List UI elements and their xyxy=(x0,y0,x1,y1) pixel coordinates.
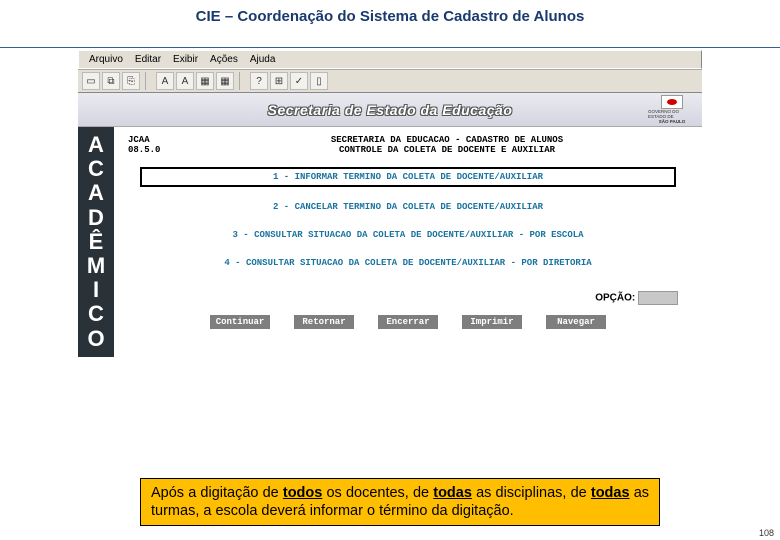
a2-icon[interactable]: A xyxy=(176,72,194,90)
terminal-title1: SECRETARIA DA EDUCACAO - CADASTRO DE ALU… xyxy=(206,135,688,145)
help-icon[interactable]: ? xyxy=(250,72,268,90)
menubar: Arquivo Editar Exibir Ações Ajuda xyxy=(78,50,702,69)
note-u1: todos xyxy=(283,485,322,501)
note-t2: os docentes, de xyxy=(322,485,433,501)
logo-line2: SÃO PAULO xyxy=(659,120,685,125)
new-icon[interactable]: ▭ xyxy=(82,72,100,90)
imprimir-button[interactable]: Imprimir xyxy=(462,315,522,329)
menu-option-1[interactable]: 1 - INFORMAR TERMINO DA COLETA DE DOCENT… xyxy=(140,167,676,187)
toolbar-separator xyxy=(239,72,245,90)
sidebar-letter-1: C xyxy=(88,157,104,181)
note-t1: Após a digitação de xyxy=(151,485,283,501)
sp-logo: GOVERNO DO ESTADO DE SÃO PAULO xyxy=(648,95,696,125)
a-icon[interactable]: A xyxy=(156,72,174,90)
terminal-version: 08.5.0 xyxy=(128,145,206,155)
sidebar-academico: ACADÊMICO xyxy=(78,127,114,357)
annotation-note: Após a digitação de todos os docentes, d… xyxy=(140,478,660,526)
doc-icon[interactable]: ▯ xyxy=(310,72,328,90)
navegar-button[interactable]: Navegar xyxy=(546,315,606,329)
menu-acoes[interactable]: Ações xyxy=(204,53,244,66)
opcao-input[interactable] xyxy=(638,291,678,305)
page-number: 108 xyxy=(759,528,774,538)
menu-ajuda[interactable]: Ajuda xyxy=(244,53,282,66)
continuar-button[interactable]: Continuar xyxy=(210,315,270,329)
grid2-icon[interactable]: ▦ xyxy=(216,72,234,90)
sidebar-letter-4: Ê xyxy=(89,230,104,254)
menu-arquivo[interactable]: Arquivo xyxy=(83,53,129,66)
toolbar: ▭⧉⎘AA▦▦?⊞✓▯ xyxy=(78,69,702,93)
check-icon[interactable]: ✓ xyxy=(290,72,308,90)
bottom-buttons: Continuar Retornar Encerrar Imprimir Nav… xyxy=(128,311,688,339)
sidebar-letter-7: C xyxy=(88,302,104,326)
note-t3: as disciplinas, de xyxy=(472,485,591,501)
terminal-title2: CONTROLE DA COLETA DE DOCENTE E AUXILIAR xyxy=(206,145,688,155)
terminal-code: JCAA xyxy=(128,135,206,145)
sidebar-letter-0: A xyxy=(88,133,104,157)
terminal-menu: 1 - INFORMAR TERMINO DA COLETA DE DOCENT… xyxy=(128,167,688,271)
sidebar-letter-3: D xyxy=(88,206,104,230)
retornar-button[interactable]: Retornar xyxy=(294,315,354,329)
menu-option-2[interactable]: 2 - CANCELAR TERMINO DA COLETA DE DOCENT… xyxy=(140,199,676,215)
encerrar-button[interactable]: Encerrar xyxy=(378,315,438,329)
menu-option-3[interactable]: 3 - CONSULTAR SITUACAO DA COLETA DE DOCE… xyxy=(140,227,676,243)
content-area: ACADÊMICO JCAA SECRETARIA DA EDUCACAO - … xyxy=(78,127,702,357)
opcao-row: OPÇÃO: xyxy=(128,291,678,305)
terminal-panel: JCAA SECRETARIA DA EDUCACAO - CADASTRO D… xyxy=(114,127,702,357)
app-window: Arquivo Editar Exibir Ações Ajuda ▭⧉⎘AA▦… xyxy=(78,50,702,357)
note-u2: todas xyxy=(433,485,472,501)
sidebar-letter-2: A xyxy=(88,181,104,205)
sidebar-letter-8: O xyxy=(87,327,104,351)
calc-icon[interactable]: ⊞ xyxy=(270,72,288,90)
opcao-label: OPÇÃO: xyxy=(595,293,635,304)
grid-icon[interactable]: ▦ xyxy=(196,72,214,90)
sidebar-letter-6: I xyxy=(93,278,99,302)
sp-flag-icon xyxy=(661,95,683,109)
banner-text: Secretaria de Estado da Educação xyxy=(268,102,513,118)
note-u3: todas xyxy=(591,485,630,501)
menu-editar[interactable]: Editar xyxy=(129,53,167,66)
banner: Secretaria de Estado da Educação GOVERNO… xyxy=(78,93,702,127)
toolbar-separator xyxy=(145,72,151,90)
menu-option-4[interactable]: 4 - CONSULTAR SITUACAO DA COLETA DE DOCE… xyxy=(140,255,676,271)
paste-icon[interactable]: ⎘ xyxy=(122,72,140,90)
copy-icon[interactable]: ⧉ xyxy=(102,72,120,90)
slide-title: CIE – Coordenação do Sistema de Cadastro… xyxy=(0,0,780,29)
sidebar-letter-5: M xyxy=(87,254,105,278)
divider xyxy=(0,47,780,48)
menu-exibir[interactable]: Exibir xyxy=(167,53,204,66)
